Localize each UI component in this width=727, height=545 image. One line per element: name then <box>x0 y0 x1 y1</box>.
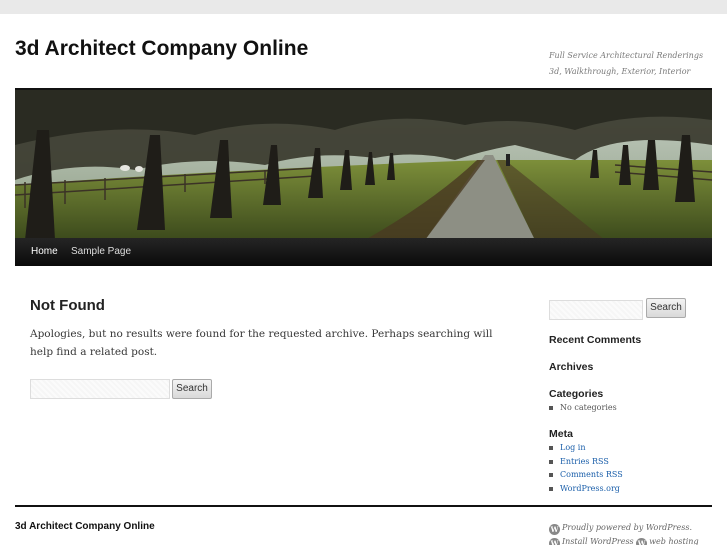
powered-by-link[interactable]: Proudly powered by WordPress. <box>562 523 692 532</box>
main-search-input[interactable] <box>30 379 170 399</box>
site-description: Full Service Architectural Renderings 3d… <box>549 51 704 76</box>
list-item: Comments RSS <box>549 468 623 482</box>
sidebar-search-input[interactable] <box>549 300 643 320</box>
footer-divider <box>15 505 712 507</box>
recent-comments-heading: Recent Comments <box>549 334 642 346</box>
meta-link-login[interactable]: Log in <box>560 443 586 452</box>
meta-heading: Meta <box>549 428 573 440</box>
footer-links: W Proudly powered by WordPress. W Install … <box>549 521 719 545</box>
categories-list: No categories <box>549 401 617 415</box>
list-item: Log in <box>549 441 623 455</box>
header-image[interactable] <box>15 88 712 238</box>
archives-heading: Archives <box>549 361 594 373</box>
web-hosting-link[interactable]: web hosting <box>649 537 698 545</box>
site-title[interactable]: 3d Architect Company Online <box>15 37 308 61</box>
tree-avenue-image <box>15 90 712 238</box>
sidebar-search-button[interactable]: Search <box>646 298 686 318</box>
meta-list: Log in Entries RSS Comments RSS WordPres… <box>549 441 623 495</box>
meta-link-comments-rss[interactable]: Comments RSS <box>560 470 623 479</box>
list-item: No categories <box>549 401 617 415</box>
list-item: WordPress.org <box>549 482 623 496</box>
page-title: Not Found <box>30 297 105 314</box>
meta-link-wordpress-org[interactable]: WordPress.org <box>560 484 620 493</box>
install-wordpress-link[interactable]: Install WordPress <box>562 537 634 545</box>
meta-link-entries-rss[interactable]: Entries RSS <box>560 457 609 466</box>
not-found-message: Apologies, but no results were found for… <box>30 328 493 358</box>
nav-item-sample-page[interactable]: Sample Page <box>71 238 131 266</box>
wordpress-icon: W <box>549 538 560 545</box>
page: 3d Architect Company Online Full Service… <box>0 14 727 545</box>
nav-item-home[interactable]: Home <box>31 238 58 266</box>
list-item: Entries RSS <box>549 455 623 469</box>
categories-heading: Categories <box>549 388 604 400</box>
wordpress-icon: W <box>636 538 648 545</box>
wordpress-icon: W <box>549 524 560 535</box>
footer-site-title[interactable]: 3d Architect Company Online <box>15 521 155 532</box>
main-navigation: Home Sample Page <box>15 238 712 266</box>
main-search-button[interactable]: Search <box>172 379 212 399</box>
